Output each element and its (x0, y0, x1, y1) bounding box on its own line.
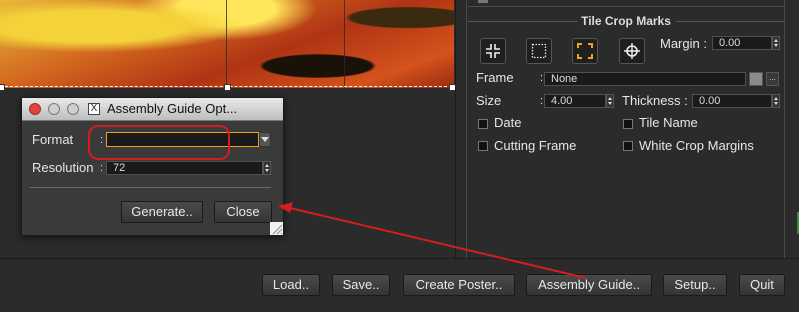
annotation-arrowhead (278, 202, 293, 213)
annotation-arrow-line (289, 207, 587, 279)
annotation-overlay (88, 125, 587, 279)
format-highlight-outline (88, 125, 230, 160)
